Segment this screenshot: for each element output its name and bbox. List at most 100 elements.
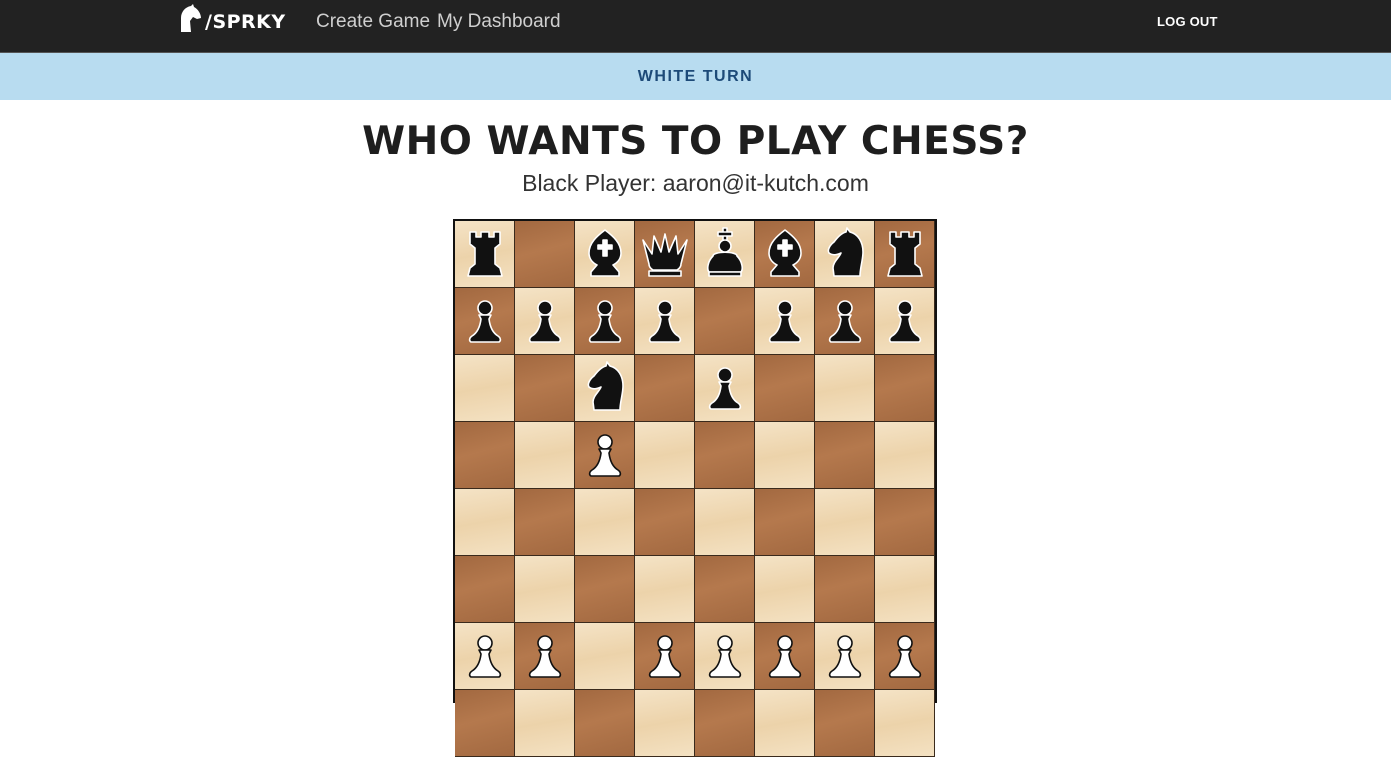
square-c6[interactable] <box>575 355 635 422</box>
square-g4[interactable] <box>815 489 875 556</box>
black-pawn-icon[interactable] <box>577 293 633 349</box>
square-a8[interactable] <box>455 221 515 288</box>
square-a2[interactable] <box>455 623 515 690</box>
black-pawn-icon[interactable] <box>697 360 753 416</box>
square-e3[interactable] <box>695 556 755 623</box>
white-pawn-icon[interactable] <box>697 628 753 684</box>
square-b3[interactable] <box>515 556 575 623</box>
white-pawn-icon[interactable] <box>637 628 693 684</box>
square-c1[interactable] <box>575 690 635 757</box>
square-c2[interactable] <box>575 623 635 690</box>
square-d5[interactable] <box>635 422 695 489</box>
square-a6[interactable] <box>455 355 515 422</box>
square-h2[interactable] <box>875 623 935 690</box>
square-h8[interactable] <box>875 221 935 288</box>
square-b4[interactable] <box>515 489 575 556</box>
black-knight-icon[interactable] <box>577 360 633 416</box>
square-e8[interactable] <box>695 221 755 288</box>
black-pawn-icon[interactable] <box>877 293 933 349</box>
black-rook-icon[interactable] <box>457 226 513 282</box>
turn-banner: WHITE TURN <box>0 53 1391 100</box>
square-c8[interactable] <box>575 221 635 288</box>
knight-logo-icon <box>181 4 201 32</box>
square-e1[interactable] <box>695 690 755 757</box>
square-a7[interactable] <box>455 288 515 355</box>
square-a5[interactable] <box>455 422 515 489</box>
square-e5[interactable] <box>695 422 755 489</box>
square-e2[interactable] <box>695 623 755 690</box>
square-f6[interactable] <box>755 355 815 422</box>
square-d1[interactable] <box>635 690 695 757</box>
square-d2[interactable] <box>635 623 695 690</box>
square-g6[interactable] <box>815 355 875 422</box>
square-f1[interactable] <box>755 690 815 757</box>
square-f7[interactable] <box>755 288 815 355</box>
square-g3[interactable] <box>815 556 875 623</box>
black-rook-icon[interactable] <box>877 226 933 282</box>
nav-create-game[interactable]: Create Game <box>316 11 430 33</box>
square-b1[interactable] <box>515 690 575 757</box>
white-pawn-icon[interactable] <box>577 427 633 483</box>
square-b5[interactable] <box>515 422 575 489</box>
black-knight-icon[interactable] <box>817 226 873 282</box>
square-g7[interactable] <box>815 288 875 355</box>
black-pawn-icon[interactable] <box>457 293 513 349</box>
square-h6[interactable] <box>875 355 935 422</box>
square-h3[interactable] <box>875 556 935 623</box>
square-b6[interactable] <box>515 355 575 422</box>
square-g5[interactable] <box>815 422 875 489</box>
logo-text: /SPRKY <box>205 11 286 33</box>
square-h7[interactable] <box>875 288 935 355</box>
black-player-label: Black Player: aaron@it-kutch.com <box>522 170 869 196</box>
square-a4[interactable] <box>455 489 515 556</box>
square-d3[interactable] <box>635 556 695 623</box>
square-g1[interactable] <box>815 690 875 757</box>
square-c7[interactable] <box>575 288 635 355</box>
square-h5[interactable] <box>875 422 935 489</box>
square-c3[interactable] <box>575 556 635 623</box>
square-f4[interactable] <box>755 489 815 556</box>
black-queen-icon[interactable] <box>637 226 693 282</box>
square-g2[interactable] <box>815 623 875 690</box>
white-pawn-icon[interactable] <box>757 628 813 684</box>
black-pawn-icon[interactable] <box>817 293 873 349</box>
square-c5[interactable] <box>575 422 635 489</box>
nav-my-dashboard[interactable]: My Dashboard <box>437 11 561 33</box>
chess-board <box>453 219 937 757</box>
white-pawn-icon[interactable] <box>877 628 933 684</box>
black-bishop-icon[interactable] <box>577 226 633 282</box>
white-pawn-icon[interactable] <box>517 628 573 684</box>
page-title: WHO WANTS TO PLAY CHESS? <box>362 119 1029 164</box>
square-a1[interactable] <box>455 690 515 757</box>
turn-status-text: WHITE TURN <box>637 68 754 85</box>
square-g8[interactable] <box>815 221 875 288</box>
sprky-logo[interactable]: /SPRKY <box>179 4 286 34</box>
square-e7[interactable] <box>695 288 755 355</box>
square-e6[interactable] <box>695 355 755 422</box>
square-e4[interactable] <box>695 489 755 556</box>
square-d8[interactable] <box>635 221 695 288</box>
square-f8[interactable] <box>755 221 815 288</box>
black-pawn-icon[interactable] <box>757 293 813 349</box>
white-pawn-icon[interactable] <box>817 628 873 684</box>
square-d4[interactable] <box>635 489 695 556</box>
square-b8[interactable] <box>515 221 575 288</box>
square-f3[interactable] <box>755 556 815 623</box>
black-pawn-icon[interactable] <box>517 293 573 349</box>
square-f2[interactable] <box>755 623 815 690</box>
square-b7[interactable] <box>515 288 575 355</box>
square-f5[interactable] <box>755 422 815 489</box>
square-b2[interactable] <box>515 623 575 690</box>
square-d6[interactable] <box>635 355 695 422</box>
logout-button[interactable]: LOG OUT <box>1157 14 1218 29</box>
black-king-icon[interactable] <box>697 226 753 282</box>
top-navbar: /SPRKY Create Game My Dashboard LOG OUT <box>0 0 1391 53</box>
white-pawn-icon[interactable] <box>457 628 513 684</box>
black-bishop-icon[interactable] <box>757 226 813 282</box>
square-c4[interactable] <box>575 489 635 556</box>
square-h4[interactable] <box>875 489 935 556</box>
square-d7[interactable] <box>635 288 695 355</box>
square-a3[interactable] <box>455 556 515 623</box>
black-pawn-icon[interactable] <box>637 293 693 349</box>
square-h1[interactable] <box>875 690 935 757</box>
